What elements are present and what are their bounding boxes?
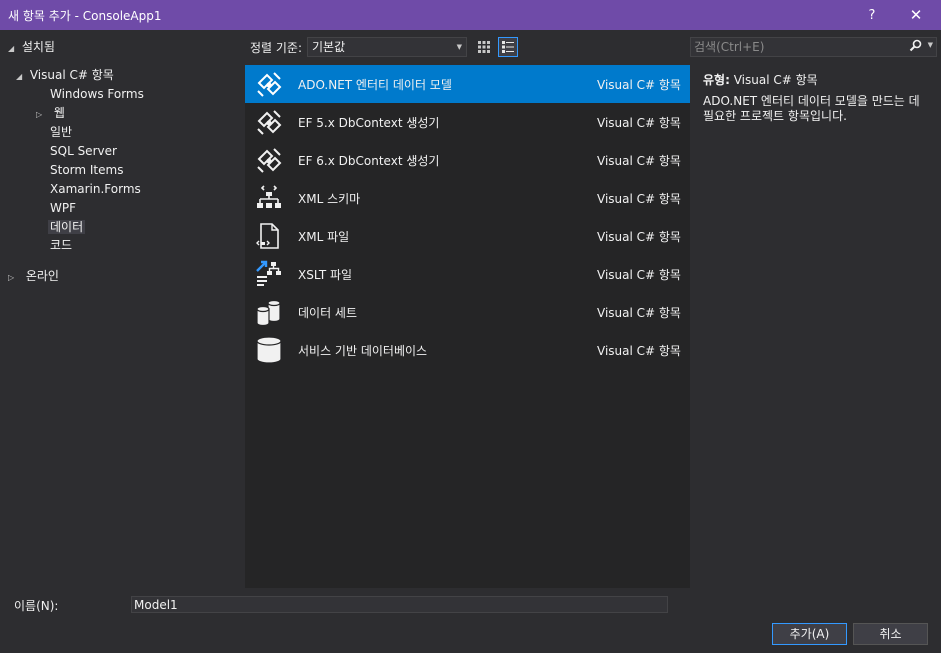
type-value: Visual C# 항목 [733, 73, 818, 87]
name-label: 이름(N): [14, 599, 59, 613]
collapsed-arrow-icon[interactable]: ▷ [8, 268, 22, 287]
item-category: Visual C# 항목 [597, 230, 681, 244]
item-category: Visual C# 항목 [597, 344, 681, 358]
item-category: Visual C# 항목 [597, 306, 681, 320]
tree-item-visual-csharp[interactable]: ◢ Visual C# 항목 [16, 66, 114, 85]
tree-item-storm-items[interactable]: Storm Items [50, 161, 123, 180]
tree-item-online[interactable]: ▷ 온라인 [8, 267, 59, 286]
type-label: 유형: [703, 73, 730, 87]
item-category: Visual C# 항목 [597, 268, 681, 282]
item-name: XML 파일 [298, 230, 350, 244]
grid-view-icon [478, 41, 490, 53]
list-view-icon [502, 41, 514, 53]
tree-item-data[interactable]: 데이터 [48, 218, 86, 237]
item-name: XSLT 파일 [298, 268, 353, 282]
bottom-bar: 이름(N): 추가(A) 취소 [0, 590, 941, 653]
item-description: ADO.NET 엔터티 데이터 모델을 만드는 데 필요한 프로젝트 항목입니다… [703, 94, 920, 123]
help-button[interactable]: ? [852, 0, 892, 30]
list-item[interactable]: XSLT 파일 Visual C# 항목 [245, 255, 690, 293]
item-name: XML 스키마 [298, 192, 361, 206]
tree-item-sql-server[interactable]: SQL Server [50, 142, 117, 161]
list-item[interactable]: EF 6.x DbContext 생성기 Visual C# 항목 [245, 141, 690, 179]
cancel-button[interactable]: 취소 [853, 623, 928, 645]
sort-dropdown[interactable]: 기본값 ▼ [307, 37, 467, 57]
xml-schema-icon [257, 185, 281, 208]
category-tree: ◢ 설치됨 ◢ Visual C# 항목 Windows Forms ▷ 웹 일… [0, 30, 245, 590]
search-icon[interactable] [909, 39, 922, 55]
tree-item-xamarin-forms[interactable]: Xamarin.Forms [50, 180, 141, 199]
item-name: 데이터 세트 [298, 306, 358, 320]
tree-item-installed[interactable]: ◢ 설치됨 [8, 38, 55, 57]
search-box[interactable]: ▼ [690, 37, 937, 57]
grid-view-button[interactable] [474, 37, 494, 57]
list-item[interactable]: XML 파일 Visual C# 항목 [245, 217, 690, 255]
tree-item-code[interactable]: 코드 [50, 236, 72, 255]
sort-value: 기본값 [312, 40, 346, 54]
tree-item-wpf[interactable]: WPF [50, 199, 76, 218]
collapsed-arrow-icon[interactable]: ▷ [36, 105, 50, 124]
title-bar: 새 항목 추가 - ConsoleApp1 ? ✕ [0, 0, 941, 30]
expanded-arrow-icon[interactable]: ◢ [16, 67, 26, 86]
item-category: Visual C# 항목 [597, 192, 681, 206]
type-row: 유형: Visual C# 항목 [703, 71, 933, 88]
item-name: EF 6.x DbContext 생성기 [298, 154, 440, 168]
name-field[interactable] [131, 596, 668, 613]
dataset-icon [256, 299, 281, 327]
details-panel: 유형: Visual C# 항목 ADO.NET 엔터티 데이터 모델을 만드는… [703, 71, 933, 124]
list-view-button[interactable] [498, 37, 518, 57]
tree-item-windows-forms[interactable]: Windows Forms [50, 85, 144, 104]
chevron-down-icon: ▼ [456, 43, 462, 51]
close-button[interactable]: ✕ [896, 0, 936, 30]
item-name: 서비스 기반 데이터베이스 [298, 344, 428, 358]
item-name: ADO.NET 엔터티 데이터 모델 [298, 78, 452, 92]
item-name: EF 5.x DbContext 생성기 [298, 116, 440, 130]
entity-model-icon [257, 110, 282, 135]
expanded-arrow-icon[interactable]: ◢ [8, 39, 18, 58]
list-item[interactable]: 데이터 세트 Visual C# 항목 [245, 293, 690, 331]
list-item[interactable]: EF 5.x DbContext 생성기 Visual C# 항목 [245, 103, 690, 141]
entity-model-icon [257, 72, 282, 97]
database-icon [256, 336, 282, 364]
entity-model-icon [257, 148, 282, 173]
tree-item-general[interactable]: 일반 [50, 123, 72, 142]
item-category: Visual C# 항목 [597, 116, 681, 130]
window-title: 새 항목 추가 - ConsoleApp1 [8, 8, 162, 23]
sort-label: 정렬 기준: [250, 41, 303, 55]
list-item[interactable]: ADO.NET 엔터티 데이터 모델 Visual C# 항목 [245, 65, 690, 103]
item-category: Visual C# 항목 [597, 154, 681, 168]
list-item[interactable]: 서비스 기반 데이터베이스 Visual C# 항목 [245, 331, 690, 369]
add-button[interactable]: 추가(A) [772, 623, 847, 645]
search-input[interactable] [694, 39, 894, 55]
template-list: ADO.NET 엔터티 데이터 모델 Visual C# 항목 EF 5.x D… [245, 65, 690, 588]
xslt-file-icon [256, 260, 281, 286]
item-category: Visual C# 항목 [597, 78, 681, 92]
xml-file-icon [256, 223, 279, 249]
list-item[interactable]: XML 스키마 Visual C# 항목 [245, 179, 690, 217]
tree-item-web[interactable]: ▷ 웹 [36, 104, 65, 123]
search-options-chevron-icon[interactable]: ▼ [928, 41, 933, 49]
